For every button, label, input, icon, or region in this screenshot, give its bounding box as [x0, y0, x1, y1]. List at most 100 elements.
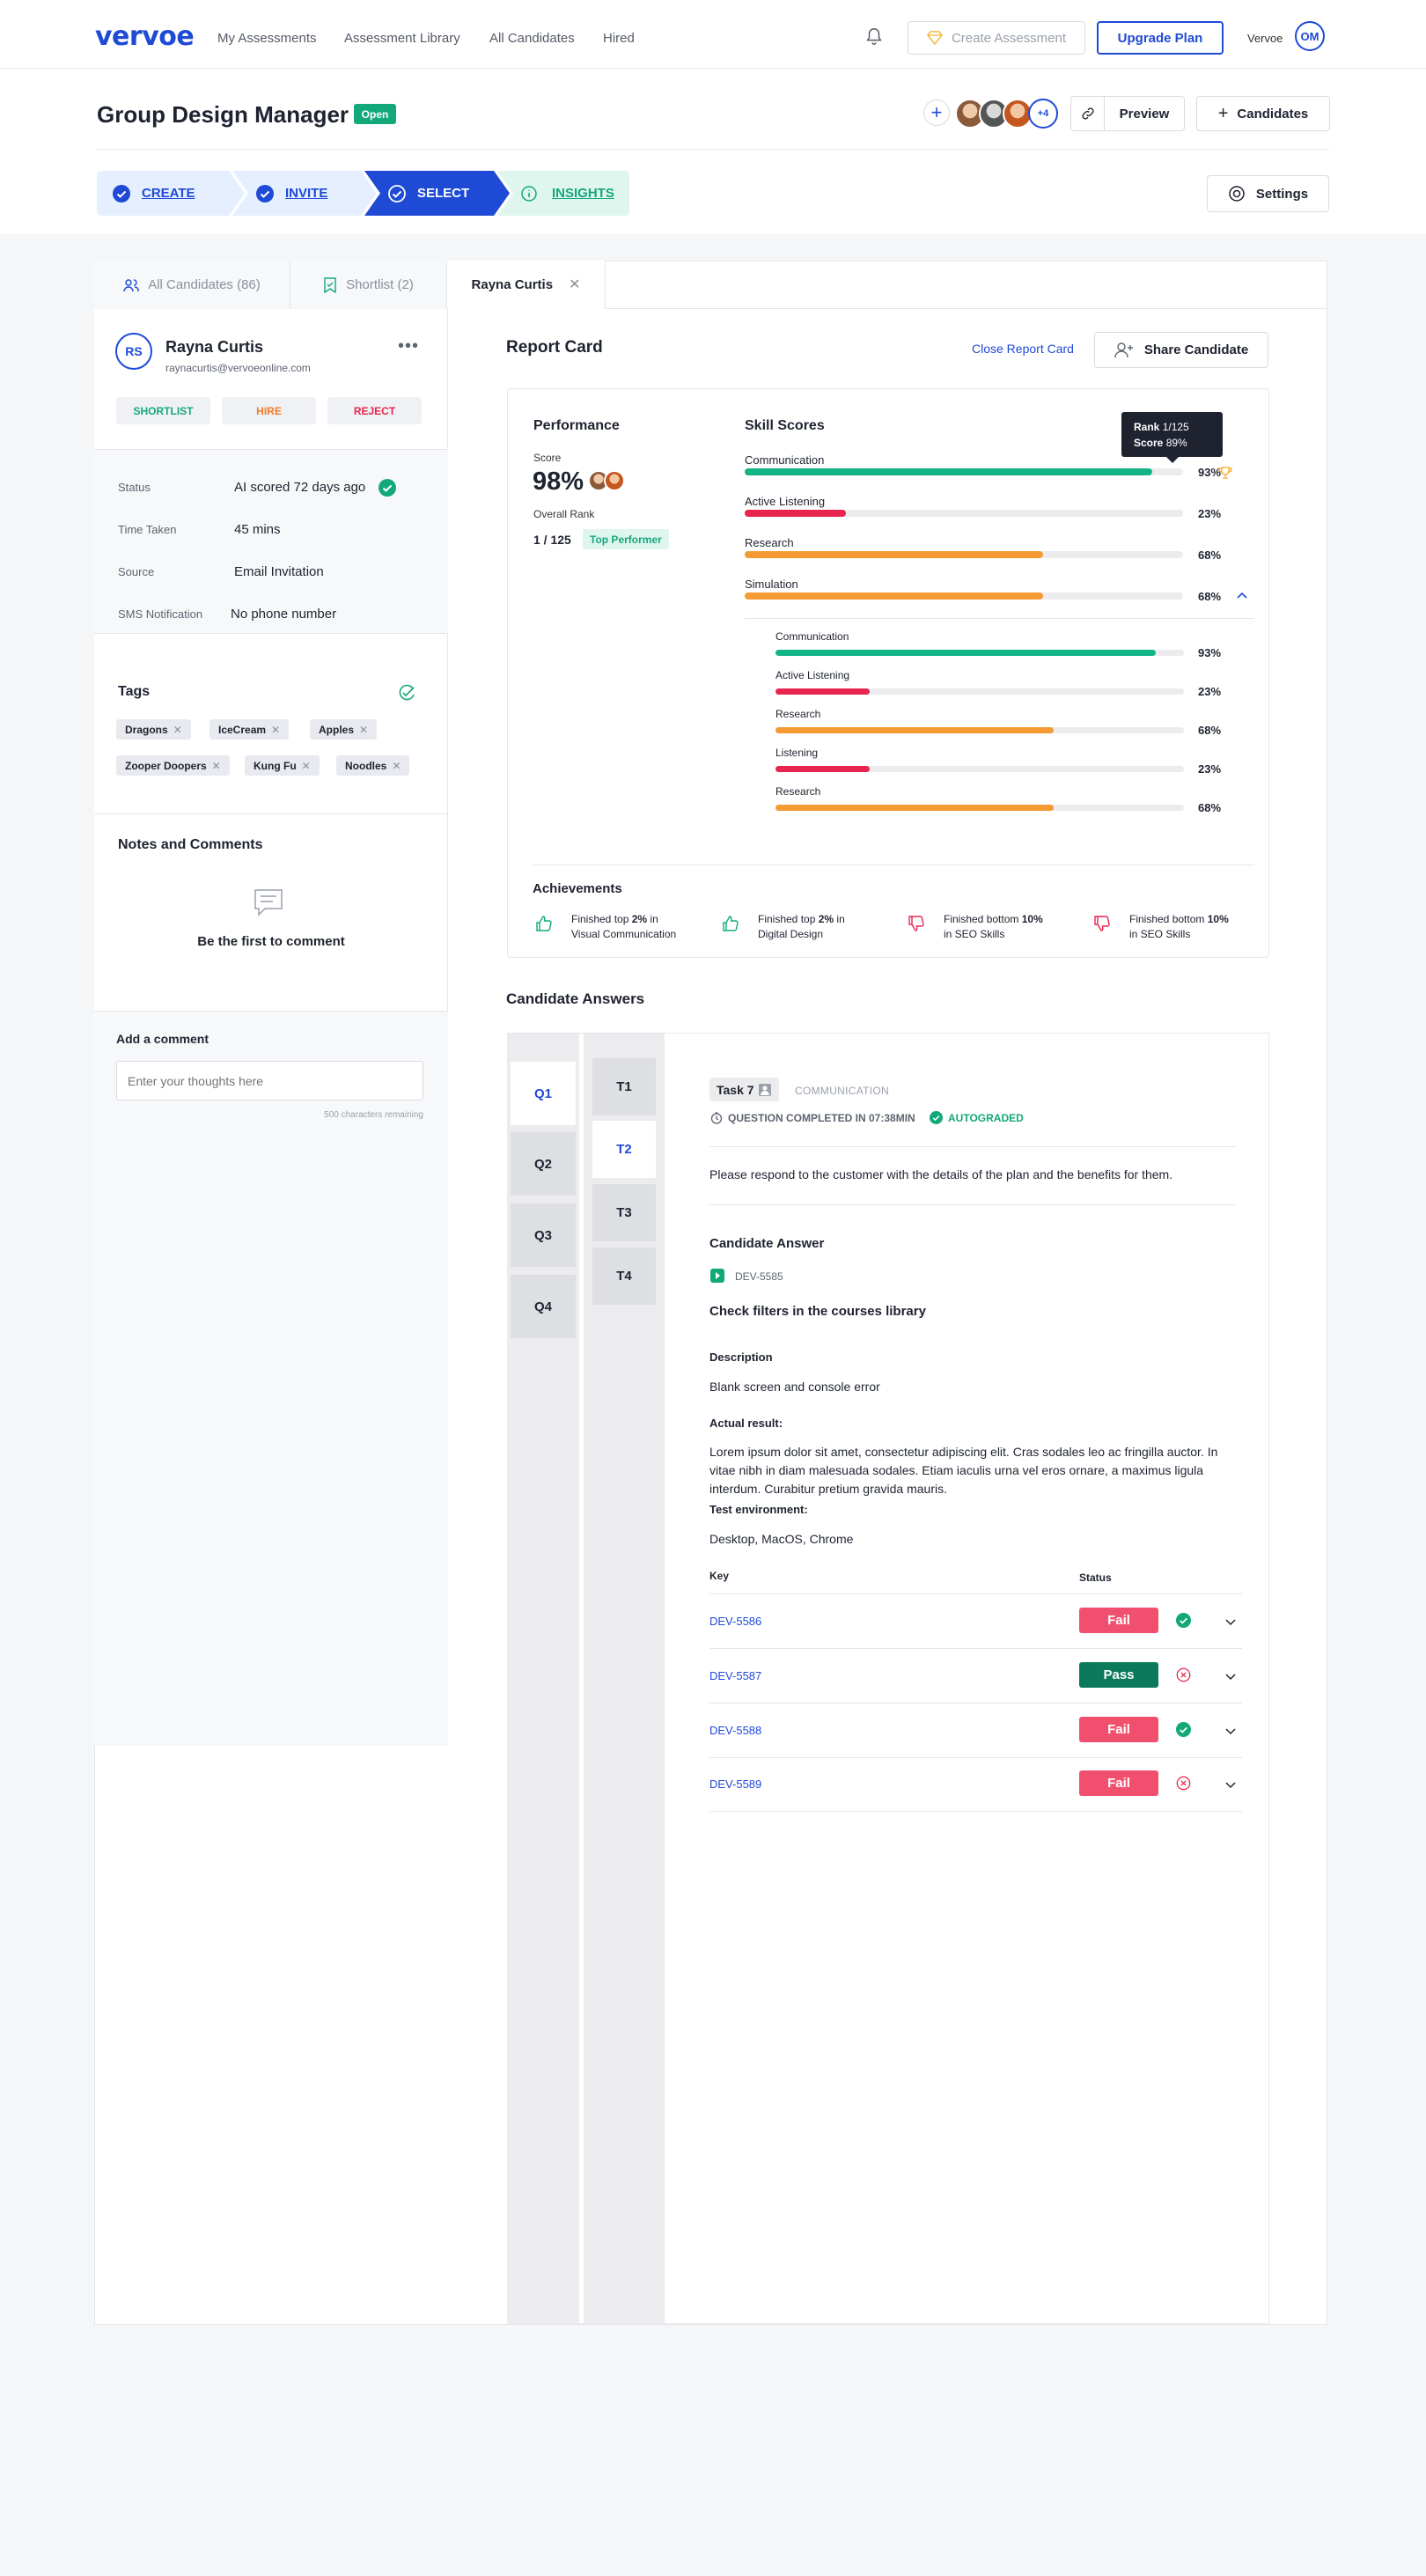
ticket-key-link[interactable]: DEV-5587 [709, 1669, 761, 1682]
step-invite[interactable]: INVITE [256, 171, 327, 216]
step-create[interactable]: CREATE [113, 171, 195, 216]
tag-chip[interactable]: Noodles ✕ [336, 755, 410, 776]
bell-icon[interactable] [864, 26, 884, 46]
divider [709, 1146, 1236, 1147]
nav-assessment-library[interactable]: Assessment Library [344, 31, 460, 46]
chevron-down-icon[interactable] [1224, 1616, 1237, 1626]
nav-my-assessments[interactable]: My Assessments [217, 31, 317, 46]
table-divider [709, 1757, 1242, 1758]
chevron-down-icon[interactable] [1224, 1670, 1237, 1681]
tab-rayna-curtis[interactable]: Rayna Curtis ✕ [447, 261, 606, 309]
question-q1[interactable]: Q1 [511, 1062, 576, 1125]
step-select[interactable]: SELECT [388, 171, 469, 216]
task-t4[interactable]: T4 [592, 1248, 656, 1305]
fail-button[interactable]: Fail [1079, 1717, 1158, 1742]
tooltip-arrow [1166, 457, 1179, 463]
share-candidate-button[interactable]: Share Candidate [1094, 332, 1268, 368]
nav-all-candidates[interactable]: All Candidates [489, 31, 575, 46]
fail-button[interactable]: Fail [1079, 1770, 1158, 1796]
status-label: Status [118, 481, 151, 494]
remove-tag-icon[interactable]: ✕ [271, 724, 280, 736]
upgrade-plan-button[interactable]: Upgrade Plan [1097, 21, 1224, 55]
tag-label: Apples [319, 723, 355, 736]
tab-shortlist[interactable]: Shortlist (2) [290, 261, 447, 309]
step-insights[interactable]: INSIGHTS [520, 171, 614, 216]
user-avatar[interactable]: OM [1295, 21, 1325, 51]
task-t3[interactable]: T3 [592, 1184, 656, 1241]
achievement-text: Finished bottom 10% in SEO Skills [1129, 912, 1229, 942]
key-column-header: Key [709, 1570, 730, 1582]
table-divider [709, 1703, 1242, 1704]
remove-tag-icon[interactable]: ✕ [359, 724, 368, 736]
question-q4[interactable]: Q4 [511, 1275, 576, 1338]
create-assessment-button[interactable]: Create Assessment [908, 21, 1085, 55]
diamond-icon [927, 31, 943, 45]
status-column-header: Status [1079, 1571, 1112, 1584]
close-tab-icon[interactable]: ✕ [569, 276, 580, 293]
copy-link-button[interactable] [1070, 96, 1104, 131]
reject-button[interactable]: REJECT [327, 397, 422, 424]
time-taken-value: 45 mins [234, 522, 281, 537]
skill-bar-track [745, 592, 1183, 600]
achievement-prefix: Finished top [758, 913, 819, 925]
tag-chip[interactable]: Kung Fu ✕ [245, 755, 320, 776]
ticket-key-link[interactable]: DEV-5589 [709, 1777, 761, 1791]
more-collaborators-badge[interactable]: +4 [1028, 99, 1058, 129]
preview-button[interactable]: Preview [1104, 96, 1185, 131]
skill-percent: 93% [1198, 466, 1222, 479]
vervoe-logo[interactable]: vervoe [95, 21, 195, 52]
settings-button[interactable]: Settings [1207, 175, 1329, 212]
achievements-title: Achievements [533, 881, 622, 896]
skill-bar-track [745, 510, 1183, 517]
add-collaborator-button[interactable]: + [923, 99, 950, 126]
ticket-key-link[interactable]: DEV-5586 [709, 1615, 761, 1628]
edit-tags-icon[interactable] [397, 684, 416, 702]
remove-tag-icon[interactable]: ✕ [302, 760, 311, 772]
score-label: Score [533, 452, 562, 464]
info-circle-icon [521, 185, 537, 202]
remove-tag-icon[interactable]: ✕ [392, 760, 401, 772]
x-circle-icon[interactable] [1176, 1667, 1191, 1682]
status-badge: Open [354, 104, 396, 124]
tag-chip[interactable]: Dragons ✕ [116, 719, 191, 740]
pass-button[interactable]: Pass [1079, 1662, 1158, 1688]
skill-bar-fill [745, 592, 1043, 600]
sub-skill-bar-track [775, 650, 1184, 656]
check-circle-icon [930, 1111, 943, 1124]
hire-button[interactable]: HIRE [222, 397, 316, 424]
comment-input[interactable] [116, 1061, 423, 1100]
remove-tag-icon[interactable]: ✕ [212, 760, 221, 772]
achievement-prefix: Finished bottom [944, 913, 1022, 925]
sub-skill-bar-fill [775, 688, 870, 695]
step-select-label: SELECT [417, 186, 470, 201]
header-divider [97, 149, 1329, 150]
ticket-key-link[interactable]: DEV-5588 [709, 1724, 761, 1737]
check-circle-icon[interactable] [1176, 1722, 1191, 1737]
add-candidates-button[interactable]: + Candidates [1196, 96, 1330, 131]
divider [94, 633, 448, 634]
close-report-card-link[interactable]: Close Report Card [972, 342, 1074, 356]
nav-hired[interactable]: Hired [603, 31, 635, 46]
chevron-up-icon[interactable] [1236, 591, 1248, 600]
x-circle-icon[interactable] [1176, 1776, 1191, 1791]
chevron-down-icon[interactable] [1224, 1725, 1237, 1735]
tag-chip[interactable]: IceCream ✕ [209, 719, 290, 740]
chevron-down-icon[interactable] [1224, 1778, 1237, 1789]
tab-all-candidates-label: All Candidates (86) [148, 277, 261, 292]
sub-skill-bar-fill [775, 766, 870, 772]
report-card-title: Report Card [506, 338, 603, 357]
fail-button[interactable]: Fail [1079, 1608, 1158, 1633]
question-q2[interactable]: Q2 [511, 1132, 576, 1196]
more-options-icon[interactable]: ••• [398, 336, 419, 357]
check-circle-icon[interactable] [1176, 1613, 1191, 1628]
tab-all-candidates[interactable]: All Candidates (86) [94, 261, 290, 309]
task-t2[interactable]: T2 [592, 1121, 656, 1178]
tag-chip[interactable]: Zooper Doopers ✕ [116, 755, 230, 776]
skill-percent: 23% [1198, 507, 1222, 520]
shortlist-icon [324, 276, 336, 293]
task-t1[interactable]: T1 [592, 1058, 656, 1115]
tag-chip[interactable]: Apples ✕ [310, 719, 378, 740]
question-q3[interactable]: Q3 [511, 1203, 576, 1267]
shortlist-button[interactable]: SHORTLIST [116, 397, 210, 424]
remove-tag-icon[interactable]: ✕ [173, 724, 182, 736]
